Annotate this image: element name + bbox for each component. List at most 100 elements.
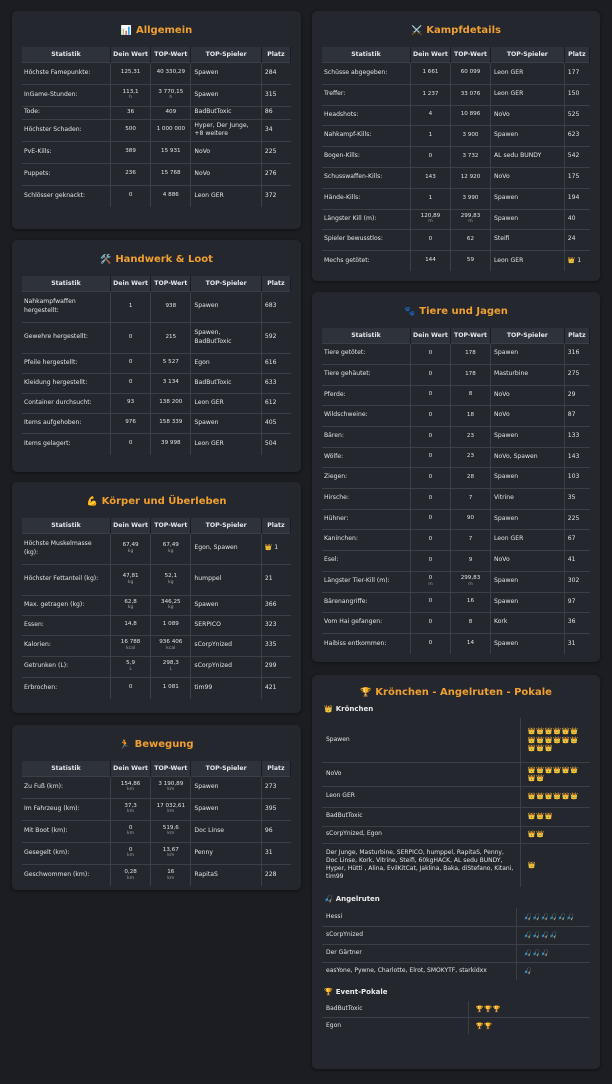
value: 299,83 — [460, 212, 481, 219]
crown-icon: 👑 — [544, 792, 554, 801]
value: 0 — [428, 349, 433, 356]
rank-value: 86 — [264, 108, 273, 116]
top-value: 3 732 — [449, 145, 491, 167]
list-item: Spawen 👑👑👑👑👑👑 👑👑👑👑👑👑 👑👑👑 — [322, 718, 590, 762]
your-value: 0 — [409, 549, 451, 571]
top-value: 138 200 — [150, 392, 191, 413]
top-value: 1 000 000 — [150, 118, 191, 141]
rank: 24 — [563, 228, 590, 250]
runner-icon: 🏃 — [119, 740, 131, 750]
top-value: 409 — [150, 105, 191, 119]
trophy-icon: 🏆 — [475, 1004, 485, 1013]
table-row: Tiere getötet: 0 178 Spawen 316 — [322, 342, 590, 364]
crown-icon: 👑 — [536, 765, 545, 774]
table-row: Kleidung hergestellt: 0 3 134 BadButToxic 63… — [22, 372, 291, 393]
top-value: 1 081 — [150, 676, 191, 699]
rank-value: 633 — [264, 378, 277, 386]
table-row: Hühner: 0 90 Spawen 225 — [322, 508, 590, 529]
list-item: sCorpYnized 🎣🎣🎣🎣 — [322, 925, 590, 944]
value: 7 — [468, 494, 473, 501]
value: 93 — [127, 399, 135, 406]
value: 10 896 — [460, 111, 481, 118]
column-header: Statistik — [322, 328, 411, 343]
top-value: 3 990 — [449, 187, 491, 209]
stat-label: Spieler bewusstlos: — [322, 228, 411, 250]
player-names: Leon GER — [322, 785, 520, 807]
fishing-rod-icon: 🎣 — [324, 895, 333, 903]
value: 0 — [428, 453, 433, 460]
stat-label: Pferde: — [322, 384, 411, 405]
list-item: NoVo 👑👑👑👑👑👑 👑👑 — [322, 761, 590, 786]
rank: 36 — [563, 611, 590, 633]
rank-value: 133 — [567, 432, 580, 440]
table-row: Headshots: 4 10 896 NoVo 525 — [322, 104, 590, 125]
table-row: Vom Hai gefangen: 0 8 Kork 36 — [322, 611, 590, 633]
your-value: 144 — [409, 249, 451, 271]
your-value: 0 — [109, 184, 151, 207]
top-value: 3 190,89 km — [150, 775, 191, 798]
unit: kg — [168, 579, 174, 585]
fishing-rod-icon: 🎣 — [523, 930, 533, 939]
column-header: Dein Wert — [110, 276, 152, 291]
value: 18 — [466, 411, 475, 418]
top-player: NoVo — [489, 549, 565, 571]
your-value: 976 — [109, 412, 151, 433]
rank-value: 683 — [264, 302, 277, 310]
top-value: 10 896 — [449, 104, 491, 125]
top-value: 23 — [449, 425, 491, 447]
unit: km — [167, 853, 175, 859]
unit: kcal — [125, 645, 136, 651]
value: 1 089 — [162, 621, 179, 628]
value: 0 — [428, 556, 433, 563]
rank-value: 302 — [567, 577, 580, 585]
crown-icon: 👑 — [527, 765, 537, 774]
rank: 228 — [260, 863, 291, 886]
top-player: tim99 — [190, 676, 262, 699]
your-value: 500 — [109, 118, 151, 141]
top-value: 15 931 — [150, 140, 191, 163]
award-icons: 👑👑 — [519, 825, 590, 843]
column-header: TOP-Spieler — [190, 518, 262, 533]
top-player: SERPICO — [190, 614, 262, 635]
value: 178 — [465, 370, 476, 377]
table-row: Puppets: 236 15 768 NoVo 276 — [22, 162, 291, 185]
rank-value: 421 — [264, 684, 277, 692]
table-row: Items aufgehoben: 976 158 339 Spawen 405 — [22, 412, 291, 433]
column-header: Dein Wert — [410, 47, 451, 62]
table-row: PvE-Kills: 389 15 931 NoVo 225 — [22, 140, 291, 163]
value: 62 — [466, 235, 475, 242]
value: 0,28 — [124, 869, 137, 876]
your-value: 0 — [409, 384, 451, 405]
crown-icon: 👑 — [544, 727, 554, 736]
stat-label: Längster Tier-Kill (m): — [322, 570, 411, 592]
list-item: BadButToxic 👑👑👑 — [322, 806, 590, 826]
rank-value: 36 — [567, 618, 576, 626]
trophy-icon: 🏆 — [360, 688, 372, 698]
your-value: 0 — [409, 632, 451, 654]
stat-label: Bären: — [322, 425, 411, 447]
column-header: Dein Wert — [110, 47, 152, 62]
top-player: NoVo — [489, 104, 565, 125]
value: 23 — [466, 453, 475, 460]
top-player: Spawen — [190, 61, 262, 84]
rank: 405 — [260, 412, 291, 433]
top-value: 52,1 kg — [150, 563, 191, 595]
crown-icon: 👑 — [324, 705, 333, 713]
top-player: Spawen — [489, 342, 565, 364]
stat-label: Gesegelt (km): — [22, 841, 111, 864]
panel-title: 💪 Körper und Überleben — [86, 496, 227, 507]
top-player: Spawen — [489, 508, 565, 529]
rank: 150 — [563, 83, 590, 105]
your-value: 0 — [409, 404, 451, 426]
table-row: Pfeile hergestellt: 0 5 527 Egon 616 — [22, 352, 291, 373]
value: 178 — [465, 349, 476, 356]
tools-icon: 🛠️ — [100, 255, 112, 265]
value: 125,31 — [120, 69, 141, 76]
your-value: 0 — [409, 611, 451, 633]
table-row: Gesegelt (km): 0 km 13,67 km Penny 31 — [22, 841, 291, 864]
your-value: 37,3 km — [109, 797, 151, 820]
rank: 96 — [260, 819, 291, 842]
stat-label: Längster Kill (m): — [322, 208, 411, 229]
your-value: 125,31 — [109, 61, 151, 84]
your-value: 0 — [109, 352, 151, 373]
